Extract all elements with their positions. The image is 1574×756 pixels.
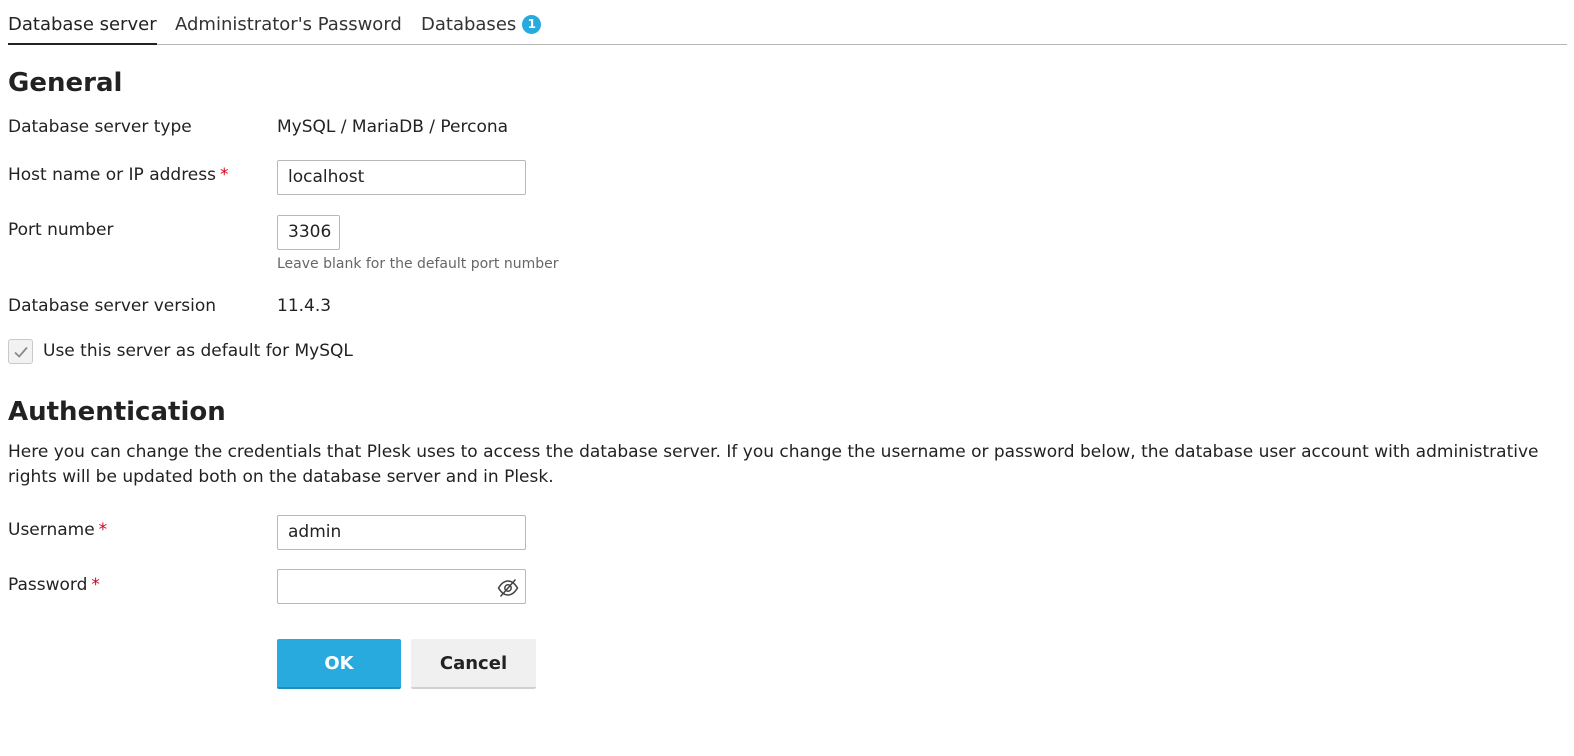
server-type-value: MySQL / MariaDB / Percona xyxy=(277,117,509,137)
tab-bar: Database server Administrator's Password… xyxy=(8,0,1567,45)
cancel-button[interactable]: Cancel xyxy=(411,639,536,689)
host-input[interactable]: localhost xyxy=(277,160,526,195)
username-label: Username * xyxy=(8,520,107,540)
tab-databases[interactable]: Databases 1 xyxy=(421,14,542,45)
username-label-text: Username xyxy=(8,520,95,540)
check-icon xyxy=(14,346,28,358)
port-input-value: 3306 xyxy=(288,222,332,242)
password-input[interactable] xyxy=(277,569,526,604)
password-label-text: Password xyxy=(8,575,88,595)
port-hint: Leave blank for the default port number xyxy=(277,256,559,272)
required-marker: * xyxy=(98,520,108,540)
tab-database-server[interactable]: Database server xyxy=(8,14,157,45)
general-section-title: General xyxy=(8,68,123,98)
version-value: 11.4.3 xyxy=(277,296,332,316)
version-label: Database server version xyxy=(8,296,217,316)
server-type-label: Database server type xyxy=(8,117,192,137)
databases-count-badge: 1 xyxy=(522,15,542,34)
username-input[interactable]: admin xyxy=(277,515,526,550)
username-input-value: admin xyxy=(288,522,342,542)
default-server-label: Use this server as default for MySQL xyxy=(43,341,353,361)
password-label: Password * xyxy=(8,575,100,595)
tab-administrators-password[interactable]: Administrator's Password xyxy=(175,14,402,45)
tab-label: Administrator's Password xyxy=(175,14,402,35)
default-server-checkbox[interactable] xyxy=(8,339,33,364)
host-label: Host name or IP address * xyxy=(8,165,228,185)
eye-slash-icon[interactable] xyxy=(497,577,519,610)
host-input-value: localhost xyxy=(288,167,365,187)
required-marker: * xyxy=(219,165,229,185)
tab-label: Database server xyxy=(8,14,157,35)
host-label-text: Host name or IP address xyxy=(8,165,216,185)
authentication-section-title: Authentication xyxy=(8,397,226,427)
required-marker: * xyxy=(91,575,100,595)
port-input[interactable]: 3306 xyxy=(277,215,340,250)
port-label: Port number xyxy=(8,220,114,240)
authentication-description: Here you can change the credentials that… xyxy=(8,442,1539,487)
ok-button[interactable]: OK xyxy=(277,639,401,689)
tab-label: Databases xyxy=(421,14,517,35)
